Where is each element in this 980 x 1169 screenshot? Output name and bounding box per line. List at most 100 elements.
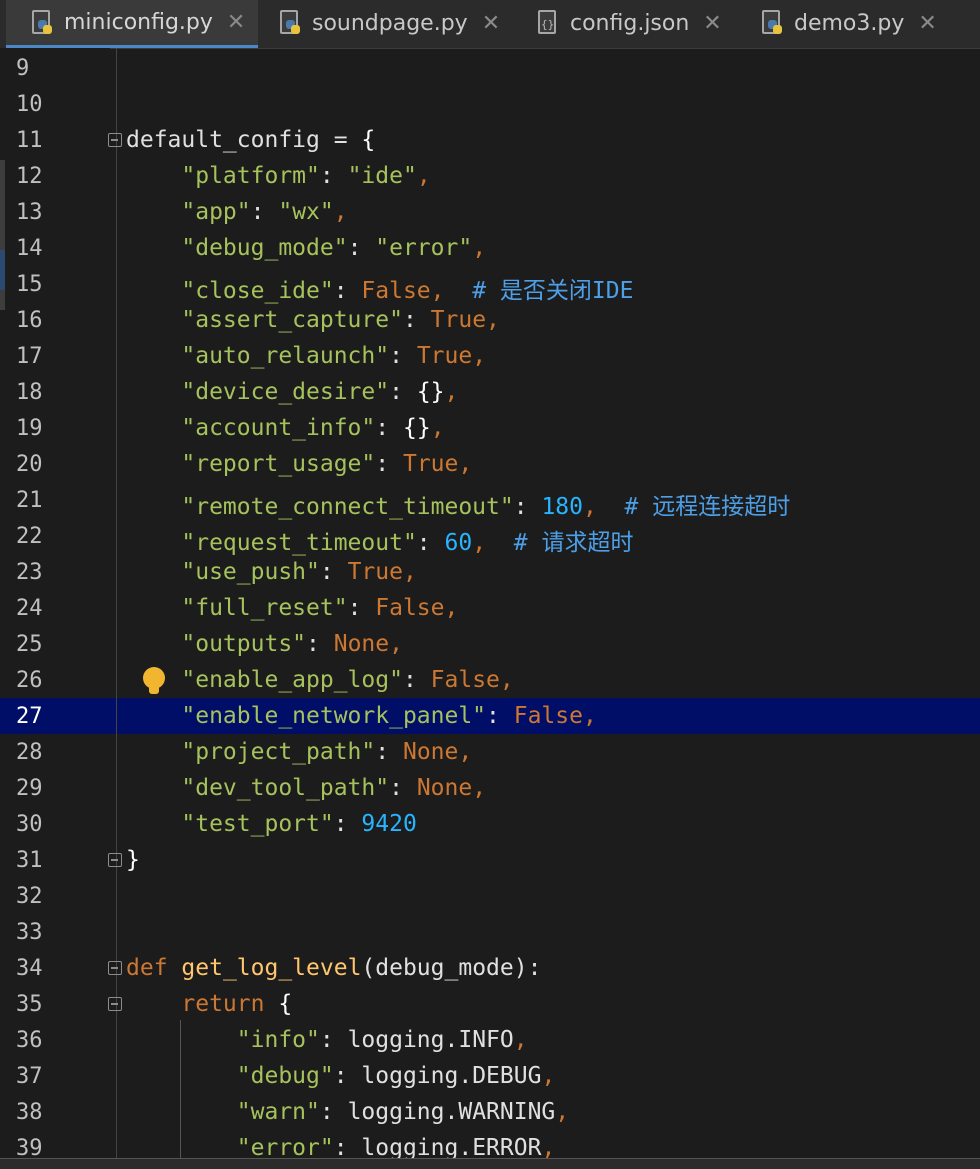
line-number: 32 xyxy=(16,884,43,909)
code-line[interactable]: 29 "dev_tool_path": None, xyxy=(0,770,980,806)
code-line[interactable]: 17 "auto_relaunch": True, xyxy=(0,338,980,374)
line-number: 30 xyxy=(16,812,43,837)
code-line[interactable]: 14 "debug_mode": "error", xyxy=(0,230,980,266)
code-text[interactable]: "device_desire": {}, xyxy=(126,379,458,405)
code-line[interactable]: 10 xyxy=(0,86,980,122)
code-line[interactable]: 11 default_config = { xyxy=(0,122,980,158)
code-text[interactable]: "use_push": True, xyxy=(126,559,416,585)
code-text[interactable]: "debug": logging.DEBUG, xyxy=(126,1063,556,1089)
line-number: 38 xyxy=(16,1100,43,1125)
code-line[interactable]: 35 return { xyxy=(0,986,980,1022)
code-text[interactable]: "assert_capture": True, xyxy=(126,307,500,333)
line-number: 17 xyxy=(16,344,43,369)
code-line[interactable]: 39 "error": logging.ERROR, xyxy=(0,1130,980,1158)
code-text[interactable]: "debug_mode": "error", xyxy=(126,235,486,261)
line-number: 23 xyxy=(16,560,43,585)
line-number: 11 xyxy=(16,128,43,153)
code-line[interactable]: 33 xyxy=(0,914,980,950)
code-line[interactable]: 27 "enable_network_panel": False, xyxy=(0,698,980,734)
code-line[interactable]: 22 "request_timeout": 60, # 请求超时 xyxy=(0,518,980,557)
code-text[interactable]: "outputs": None, xyxy=(126,631,403,657)
code-line[interactable]: 12 "platform": "ide", xyxy=(0,158,980,194)
line-number: 39 xyxy=(16,1136,43,1158)
code-line[interactable]: 13 "app": "wx", xyxy=(0,194,980,230)
fold-marker-icon[interactable] xyxy=(108,853,122,867)
code-line[interactable]: 25 "outputs": None, xyxy=(0,626,980,662)
line-number: 15 xyxy=(16,272,43,297)
tab-label: miniconfig.py xyxy=(64,10,213,35)
code-text[interactable]: "platform": "ide", xyxy=(126,163,430,189)
code-text[interactable]: "info": logging.INFO, xyxy=(126,1027,528,1053)
code-text[interactable]: "enable_app_log": False, xyxy=(126,667,513,693)
line-number: 16 xyxy=(16,308,43,333)
code-line[interactable]: 19 "account_info": {}, xyxy=(0,410,980,446)
code-text[interactable]: "enable_network_panel": False, xyxy=(126,703,596,729)
line-number: 10 xyxy=(16,92,43,117)
line-number: 21 xyxy=(16,488,43,513)
line-number: 33 xyxy=(16,920,43,945)
code-line[interactable]: 9 xyxy=(0,50,980,86)
code-text[interactable]: "remote_connect_timeout": 180, # 远程连接超时 xyxy=(126,487,790,521)
tab-config-json[interactable]: {} config.json ✕ xyxy=(512,0,744,46)
tab-soundpage[interactable]: soundpage.py ✕ xyxy=(254,0,514,46)
code-line[interactable]: 31} xyxy=(0,842,980,878)
code-text[interactable]: def get_log_level(debug_mode): xyxy=(126,955,541,981)
code-line[interactable]: 24 "full_reset": False, xyxy=(0,590,980,626)
code-line[interactable]: 30 "test_port": 9420 xyxy=(0,806,980,842)
tab-label: soundpage.py xyxy=(312,10,468,36)
code-line[interactable]: 38 "warn": logging.WARNING, xyxy=(0,1094,980,1130)
code-line[interactable]: 21 "remote_connect_timeout": 180, # 远程连接… xyxy=(0,482,980,521)
code-editor[interactable]: 9 10 11 default_config = { 12 "platform": "i… xyxy=(0,48,980,1158)
close-icon[interactable]: ✕ xyxy=(482,11,500,36)
close-icon[interactable]: ✕ xyxy=(918,11,936,36)
code-line[interactable]: 37 "debug": logging.DEBUG, xyxy=(0,1058,980,1094)
code-line[interactable]: 18 "device_desire": {}, xyxy=(0,374,980,410)
line-number: 24 xyxy=(16,596,43,621)
line-number: 37 xyxy=(16,1064,43,1089)
fold-marker-icon[interactable] xyxy=(108,997,122,1011)
python-file-icon xyxy=(760,10,784,36)
line-number: 13 xyxy=(16,200,43,225)
code-line[interactable]: 23 "use_push": True, xyxy=(0,554,980,590)
close-icon[interactable]: ✕ xyxy=(227,10,245,35)
tab-miniconfig[interactable]: miniconfig.py ✕ xyxy=(6,0,258,48)
code-text[interactable]: "project_path": None, xyxy=(126,739,472,765)
code-text[interactable]: "warn": logging.WARNING, xyxy=(126,1099,569,1125)
line-number: 28 xyxy=(16,740,43,765)
lightbulb-icon[interactable] xyxy=(143,667,165,697)
code-line[interactable]: 15 "close_ide": False, # 是否关闭IDE xyxy=(0,266,980,305)
code-text[interactable]: default_config = { xyxy=(126,127,375,153)
close-icon[interactable]: ✕ xyxy=(703,11,721,36)
code-text[interactable]: "dev_tool_path": None, xyxy=(126,775,486,801)
line-number: 9 xyxy=(16,56,30,81)
line-number: 27 xyxy=(16,704,43,729)
code-line[interactable]: 32 xyxy=(0,878,980,914)
code-text[interactable]: } xyxy=(126,847,140,873)
fold-marker-icon[interactable] xyxy=(108,133,122,147)
line-number: 25 xyxy=(16,632,43,657)
code-text[interactable]: "test_port": 9420 xyxy=(126,811,416,837)
tab-label: demo3.py xyxy=(794,10,905,36)
line-number: 18 xyxy=(16,380,43,405)
code-text[interactable]: "auto_relaunch": True, xyxy=(126,343,486,369)
code-text[interactable]: "full_reset": False, xyxy=(126,595,458,621)
code-text[interactable]: "account_info": {}, xyxy=(126,415,444,441)
fold-marker-icon[interactable] xyxy=(108,961,122,975)
code-text[interactable]: "close_ide": False, # 是否关闭IDE xyxy=(126,271,633,305)
line-number: 19 xyxy=(16,416,43,441)
code-text[interactable]: "app": "wx", xyxy=(126,199,347,225)
code-text[interactable]: return { xyxy=(126,991,292,1017)
code-line[interactable]: 34 def get_log_level(debug_mode): xyxy=(0,950,980,986)
line-number: 29 xyxy=(16,776,43,801)
code-text[interactable]: "request_timeout": 60, # 请求超时 xyxy=(126,523,633,557)
code-text[interactable]: "report_usage": True, xyxy=(126,451,472,477)
code-line[interactable]: 16 "assert_capture": True, xyxy=(0,302,980,338)
tab-demo3[interactable]: demo3.py ✕ xyxy=(736,0,980,46)
code-line[interactable]: 36 "info": logging.INFO, xyxy=(0,1022,980,1058)
code-line[interactable]: 20 "report_usage": True, xyxy=(0,446,980,482)
code-line[interactable]: 28 "project_path": None, xyxy=(0,734,980,770)
code-text[interactable]: "error": logging.ERROR, xyxy=(126,1135,556,1158)
line-number: 14 xyxy=(16,236,43,261)
line-number: 31 xyxy=(16,848,43,873)
line-number: 36 xyxy=(16,1028,43,1053)
